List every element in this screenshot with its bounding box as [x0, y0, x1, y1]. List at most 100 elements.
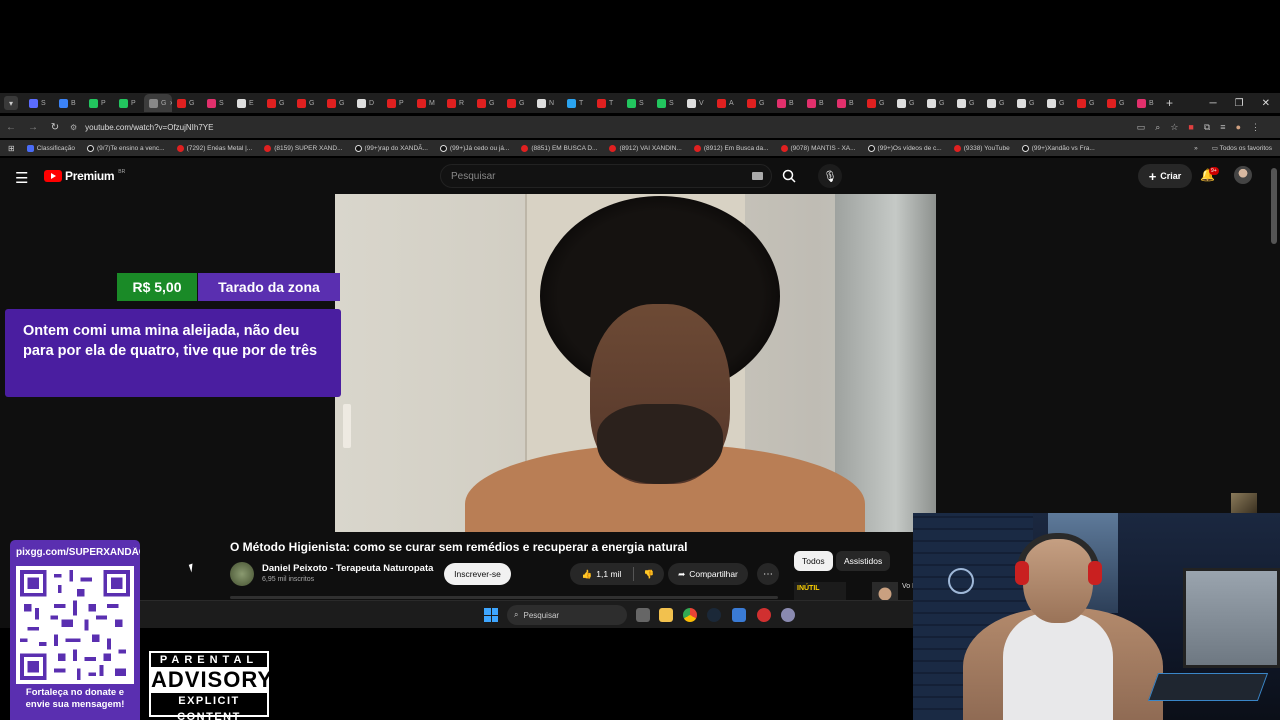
account-avatar[interactable]	[1234, 166, 1252, 184]
extension-icon[interactable]: ■	[1188, 122, 1193, 132]
browser-tab[interactable]: G	[1042, 94, 1072, 112]
settings-icon[interactable]	[781, 608, 795, 622]
browser-tab[interactable]: G	[892, 94, 922, 112]
browser-tab[interactable]: M	[412, 94, 442, 112]
reload-button[interactable]: ↻	[44, 122, 66, 133]
browser-tab[interactable]: G	[862, 94, 892, 112]
browser-tab[interactable]: G	[1012, 94, 1042, 112]
browser-tab[interactable]: G	[742, 94, 772, 112]
bookmark-item[interactable]: (99+)rap do XANDÃ...	[354, 144, 428, 152]
back-button[interactable]: ←	[0, 122, 22, 133]
chip-todos[interactable]: Todos	[794, 551, 833, 571]
video-player[interactable]	[335, 194, 936, 532]
search-button[interactable]	[774, 164, 804, 188]
browser-tab[interactable]: P	[382, 94, 412, 112]
steam-icon[interactable]	[707, 608, 721, 622]
browser-tab[interactable]: G	[982, 94, 1012, 112]
page-scrollbar[interactable]	[1271, 168, 1277, 244]
browser-tab[interactable]: G ✕	[144, 94, 172, 112]
browser-tab[interactable]: R	[442, 94, 472, 112]
dislike-button[interactable]: 👎	[634, 563, 664, 585]
browser-tab[interactable]: G	[1072, 94, 1102, 112]
browser-tab[interactable]: S	[652, 94, 682, 112]
menu-hamburger-icon[interactable]: ☰	[15, 169, 28, 187]
recommended-thumbnail[interactable]: INÚTIL	[794, 582, 846, 602]
browser-tab[interactable]: P	[114, 94, 144, 112]
zoom-icon[interactable]: ⌕	[1155, 122, 1160, 133]
media-icon[interactable]: ≡	[1220, 122, 1225, 132]
taskbar-search[interactable]: ⌕ Pesquisar	[507, 605, 627, 625]
bookmark-item[interactable]: (9338) YouTube	[953, 144, 1010, 152]
browser-menu-icon[interactable]: ⋮	[1251, 122, 1260, 133]
browser-tab[interactable]: B	[772, 94, 802, 112]
bookmark-star-icon[interactable]: ☆	[1170, 122, 1178, 133]
create-button[interactable]: + Criar	[1138, 164, 1192, 188]
chip-assistidos[interactable]: Assistidos	[836, 551, 891, 571]
browser-tab[interactable]: G	[172, 94, 202, 112]
browser-tab[interactable]: S	[622, 94, 652, 112]
bookmark-item[interactable]: (9078) MANTIS - XA...	[780, 144, 856, 152]
browser-tab[interactable]: G	[262, 94, 292, 112]
address-bar[interactable]: ⚙ youtube.com/watch?v=OfzujNIh7YE	[64, 118, 1104, 136]
profile-avatar-icon[interactable]: ●	[1236, 122, 1241, 132]
all-bookmarks-folder[interactable]: ▭ Todos os favoritos	[1212, 144, 1272, 152]
bookmark-item[interactable]: (99+)Já cedo ou já...	[439, 144, 509, 152]
browser-tab[interactable]: A	[712, 94, 742, 112]
browser-tab[interactable]: B	[1132, 94, 1162, 112]
browser-tab[interactable]: P	[84, 94, 114, 112]
close-window-button[interactable]: ✕	[1262, 98, 1270, 109]
browser-tab[interactable]: S	[202, 94, 232, 112]
mic-button[interactable]: 🎙	[818, 164, 842, 188]
app-icon-red[interactable]	[757, 608, 771, 622]
browser-tab[interactable]: N	[532, 94, 562, 112]
browser-tab[interactable]: E	[232, 94, 262, 112]
apps-grid-icon[interactable]: ⊞	[8, 144, 15, 153]
browser-tab[interactable]: B	[802, 94, 832, 112]
bookmark-item[interactable]: (8159) SUPER XAND...	[264, 144, 343, 152]
tab-search-button[interactable]: ▾	[4, 96, 18, 110]
subscribe-button[interactable]: Inscrever-se	[444, 563, 511, 585]
bookmark-item[interactable]: (99+)Os vídeos de c...	[867, 144, 942, 152]
browser-tab[interactable]: G	[502, 94, 532, 112]
youtube-premium-logo[interactable]: Premium BR	[44, 169, 125, 183]
app-icon-blue[interactable]	[732, 608, 746, 622]
minimize-button[interactable]: ─	[1210, 98, 1217, 109]
bookmark-item[interactable]: Classificação	[26, 144, 75, 152]
bookmarks-more-icon[interactable]: »	[1194, 145, 1198, 152]
chrome-icon[interactable]	[683, 608, 697, 622]
share-button[interactable]: ➦ Compartilhar	[668, 563, 748, 585]
browser-tab[interactable]: T	[592, 94, 622, 112]
browser-tab[interactable]: B	[832, 94, 862, 112]
extensions-puzzle-icon[interactable]: ⧉	[1204, 122, 1210, 133]
browser-tab[interactable]: G	[292, 94, 322, 112]
browser-tab[interactable]: G	[322, 94, 352, 112]
windows-start-icon[interactable]	[484, 608, 498, 622]
bookmark-item[interactable]: (8912) VAI XANDIN...	[609, 144, 682, 152]
bookmark-item[interactable]: (8912) Em Busca da...	[693, 144, 769, 152]
like-button[interactable]: 👍 1,1 mil	[570, 563, 633, 585]
more-actions-button[interactable]: ⋯	[757, 563, 779, 585]
task-view-icon[interactable]	[636, 608, 650, 622]
site-info-icon[interactable]: ⚙	[70, 123, 77, 132]
browser-tab[interactable]: S	[24, 94, 54, 112]
channel-avatar[interactable]	[230, 562, 254, 586]
search-input[interactable]: Pesquisar	[440, 164, 772, 188]
bookmark-item[interactable]: (9/7)Te ensino a venc...	[87, 144, 165, 152]
maximize-button[interactable]: ❐	[1235, 98, 1244, 109]
bookmark-item[interactable]: (7292) Enéas Metal |...	[176, 144, 252, 152]
bookmark-item[interactable]: (99+)Xandão vs Fra...	[1021, 144, 1095, 152]
browser-tab[interactable]: B	[54, 94, 84, 112]
cast-icon[interactable]: ▭	[1137, 122, 1146, 133]
recommended-thumbnail-2[interactable]	[872, 582, 898, 602]
bookmark-item[interactable]: (8851) EM BUSCA D...	[521, 144, 597, 152]
browser-tab[interactable]: G	[922, 94, 952, 112]
new-tab-button[interactable]: +	[1166, 96, 1173, 110]
browser-tab[interactable]: T	[562, 94, 592, 112]
browser-tab[interactable]: V	[682, 94, 712, 112]
channel-name[interactable]: Daniel Peixoto - Terapeuta Naturopata	[262, 563, 433, 574]
keyboard-icon[interactable]	[752, 172, 763, 180]
browser-tab[interactable]: G	[1102, 94, 1132, 112]
browser-tab[interactable]: G	[472, 94, 502, 112]
file-explorer-icon[interactable]	[659, 608, 673, 622]
browser-tab[interactable]: D	[352, 94, 382, 112]
